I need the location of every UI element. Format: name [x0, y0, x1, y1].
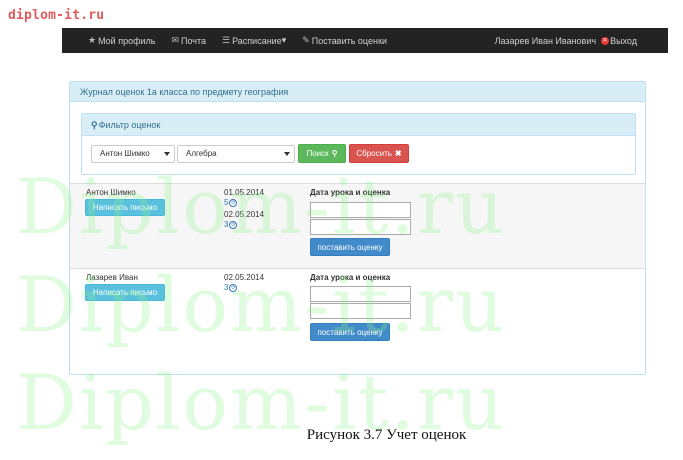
- set-grade-button[interactable]: поставить оценку: [310, 238, 390, 256]
- journal-title: Журнал оценок 1а класса по предмету геог…: [70, 82, 645, 102]
- student-select-value: Антон Шимко: [100, 149, 150, 158]
- nav-my-profile-label: Мой профиль: [98, 35, 156, 46]
- lesson-date-grade-label: Дата урока и оценка: [310, 273, 391, 282]
- close-icon: ✖: [394, 149, 402, 158]
- list-icon: ☰: [222, 35, 231, 45]
- reset-button[interactable]: Сбросить ✖: [349, 144, 409, 163]
- grade-value-text: 3: [224, 220, 229, 229]
- nav-mail-label: Почта: [181, 35, 207, 46]
- student-name: Лазарев Иван: [86, 273, 138, 282]
- nav-set-grades[interactable]: ✎ Поставить оценки: [294, 28, 395, 53]
- student-row: Антон Шимко Написать письмо 01.05.2014 5…: [70, 183, 645, 269]
- subject-select-value: Алгебра: [186, 149, 217, 158]
- grade-value[interactable]: 3 ⟳: [224, 283, 264, 293]
- grade-value-text: 3: [224, 283, 229, 292]
- nav-set-grades-label: Поставить оценки: [311, 35, 387, 46]
- grade-date: 02.05.2014: [224, 210, 265, 219]
- current-user-name: Лазарев Иван Иванович: [494, 35, 597, 46]
- edit-grade-icon[interactable]: ⟳: [229, 221, 238, 229]
- student-row: Лазарев Иван Написать письмо 02.05.2014 …: [70, 269, 645, 355]
- chevron-down-icon: [164, 151, 170, 156]
- logout-link[interactable]: ✕ Выход: [599, 36, 668, 46]
- subject-select[interactable]: Алгебра: [177, 144, 295, 163]
- chevron-down-icon: [284, 151, 290, 156]
- grade-value-text: 5: [224, 198, 229, 207]
- nav-schedule-dropdown[interactable]: ☰ Расписание ▾: [214, 28, 294, 53]
- grade-date: 01.05.2014: [224, 188, 265, 197]
- lesson-date-input[interactable]: [310, 202, 411, 218]
- grade-input[interactable]: [310, 219, 411, 235]
- edit-grade-icon[interactable]: ⟳: [229, 284, 238, 292]
- lesson-date-grade-label: Дата урока и оценка: [310, 188, 391, 197]
- logout-label: Выход: [610, 35, 637, 46]
- write-letter-button[interactable]: Написать письмо: [85, 284, 165, 301]
- nav-my-profile[interactable]: ★ Мой профиль: [62, 28, 163, 53]
- student-select[interactable]: Антон Шимко: [91, 144, 175, 163]
- edit-grade-icon[interactable]: ⟳: [229, 199, 238, 207]
- grade-entry: 02.05.2014 3 ⟳: [224, 273, 264, 293]
- grade-date: 02.05.2014: [224, 273, 265, 282]
- search-icon: ⚲: [91, 120, 98, 130]
- grades-journal-panel: Журнал оценок 1а класса по предмету геог…: [69, 81, 646, 375]
- figure-caption: Рисунок 3.7 Учет оценок: [306, 427, 467, 443]
- search-button-label: Поиск: [306, 149, 329, 158]
- site-mark: diplom-it.ru: [8, 8, 105, 23]
- top-navbar: ★ Мой профиль ✉ Почта ☰ Расписание ▾ ✎ П…: [62, 28, 668, 53]
- grade-entry: 01.05.2014 5 ⟳: [224, 188, 264, 208]
- filter-title: Фильтр оценок: [98, 120, 161, 130]
- nav-schedule-label: Расписание: [232, 35, 282, 46]
- search-icon: ⚲: [331, 149, 338, 158]
- set-grade-button[interactable]: поставить оценку: [310, 323, 390, 341]
- grade-input[interactable]: [310, 303, 411, 319]
- chevron-down-icon: ▾: [281, 35, 287, 45]
- envelope-icon: ✉: [171, 35, 180, 45]
- grade-entry: 02.05.2014 3 ⟳: [224, 210, 264, 230]
- student-name: Антон Шимко: [86, 188, 136, 197]
- search-button[interactable]: Поиск ⚲: [298, 144, 346, 163]
- pencil-icon: ✎: [302, 35, 310, 45]
- logout-icon: ✕: [601, 36, 610, 45]
- write-letter-button[interactable]: Написать письмо: [85, 199, 165, 216]
- grades-filter-panel: ⚲Фильтр оценок Антон Шимко Алгебра Поиск…: [81, 113, 636, 175]
- grade-value[interactable]: 3 ⟳: [224, 220, 264, 230]
- grade-value[interactable]: 5 ⟳: [224, 198, 264, 208]
- lesson-date-input[interactable]: [310, 286, 411, 302]
- page: diplom-it.ru ★ Мой профиль ✉ Почта ☰ Рас…: [0, 0, 683, 460]
- filter-controls: Антон Шимко Алгебра Поиск ⚲ Сбросить ✖: [91, 144, 409, 163]
- filter-header: ⚲Фильтр оценок: [82, 114, 635, 136]
- reset-button-label: Сбросить: [356, 149, 392, 158]
- star-icon: ★: [88, 35, 97, 45]
- nav-mail[interactable]: ✉ Почта: [163, 28, 214, 53]
